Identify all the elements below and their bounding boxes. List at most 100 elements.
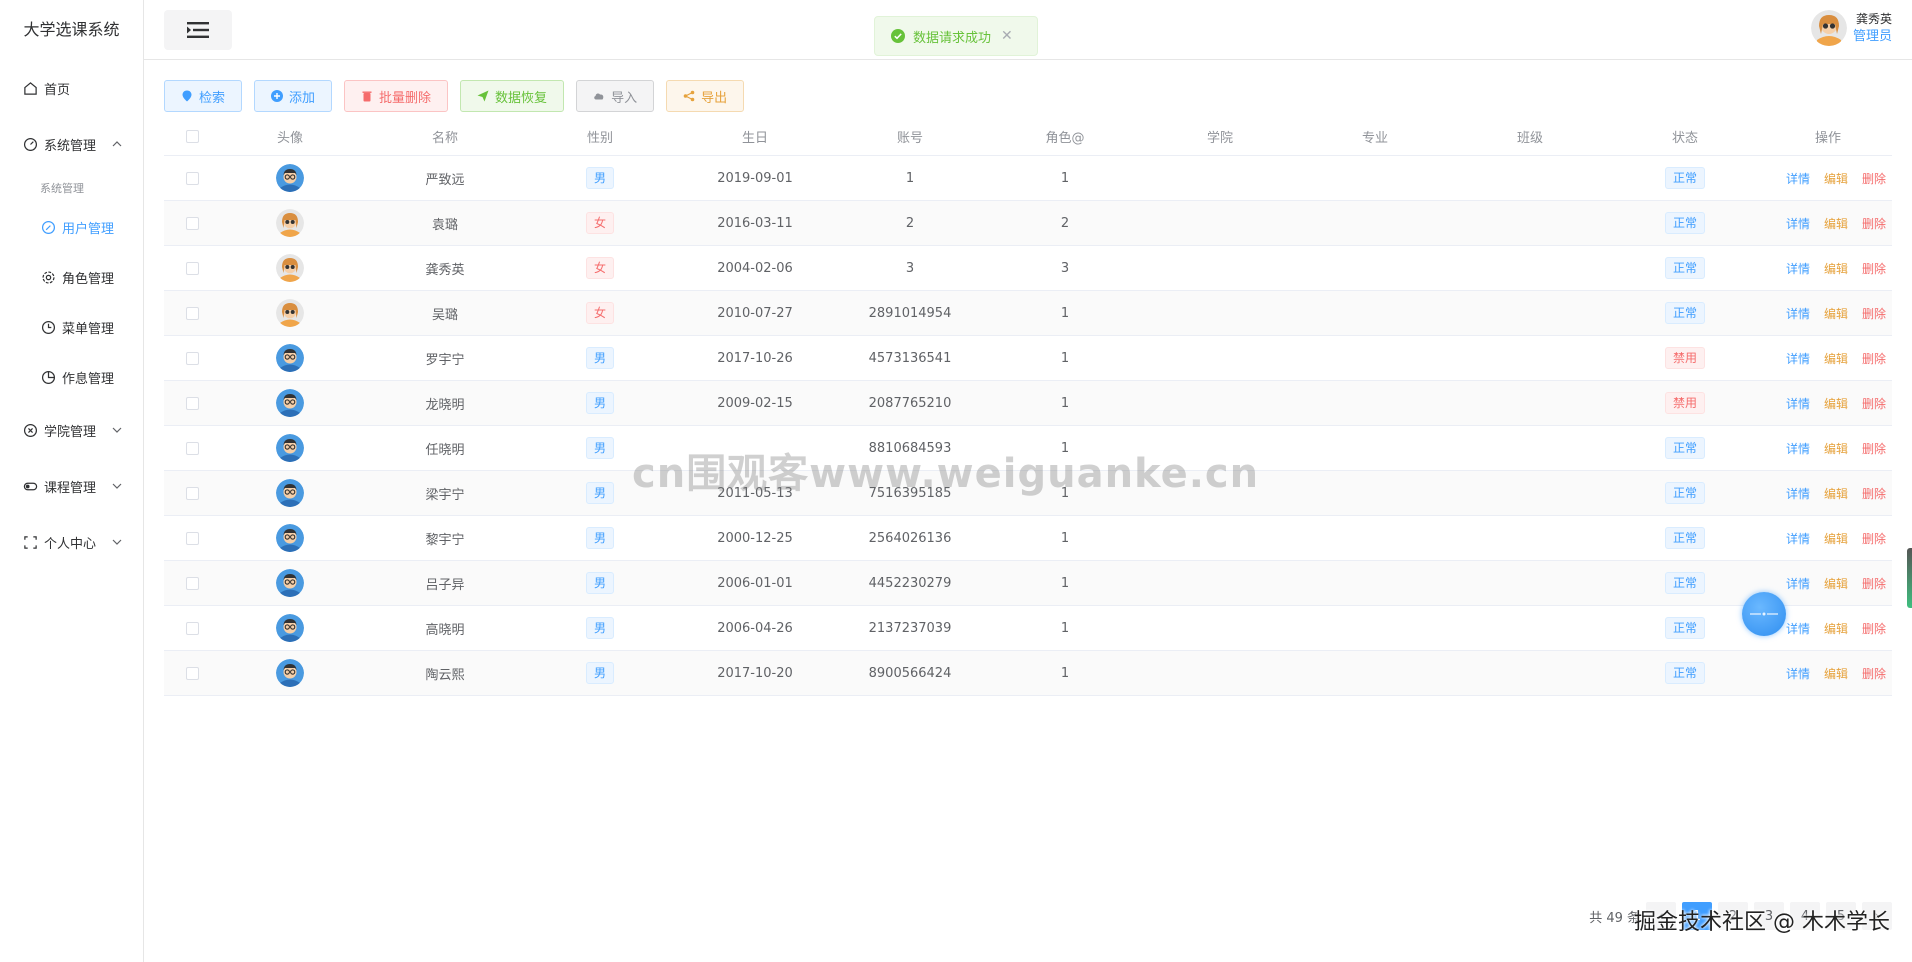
cell-class: [1460, 291, 1600, 335]
detail-link[interactable]: 详情: [1786, 305, 1810, 322]
detail-link[interactable]: 详情: [1786, 170, 1810, 187]
restore-data-button[interactable]: 数据恢复: [460, 80, 565, 112]
export-button[interactable]: 导出: [666, 80, 745, 112]
detail-link[interactable]: 详情: [1786, 395, 1810, 412]
detail-link[interactable]: 详情: [1786, 620, 1810, 637]
select-all-checkbox[interactable]: [185, 130, 199, 143]
delete-link[interactable]: 删除: [1862, 170, 1886, 187]
cell-birthday: 2000-12-25: [717, 530, 793, 546]
detail-link[interactable]: 详情: [1786, 440, 1810, 457]
sidebar-item-system-management[interactable]: 系统管理: [0, 126, 143, 162]
delete-link[interactable]: 删除: [1862, 260, 1886, 277]
chevron-down-icon: [112, 539, 122, 545]
edit-link[interactable]: 编辑: [1824, 575, 1848, 592]
gender-tag: 男: [585, 167, 614, 189]
close-icon[interactable]: ✕: [1001, 28, 1013, 44]
add-button[interactable]: 添加: [254, 80, 333, 112]
delete-link[interactable]: 删除: [1862, 350, 1886, 367]
table-row: 吕子异 男 2006-01-01 4452230279 1 正常 详情 编辑 删除: [164, 561, 1892, 606]
detail-link[interactable]: 详情: [1786, 575, 1810, 592]
delete-link[interactable]: 删除: [1862, 215, 1886, 232]
detail-link[interactable]: 详情: [1786, 485, 1810, 502]
circle-close-icon: [22, 422, 38, 438]
cell-account: 2: [905, 215, 915, 231]
sidebar-item-user-management[interactable]: 用户管理: [0, 209, 143, 245]
cell-name: 任晓明: [425, 442, 465, 458]
avatar: [276, 209, 304, 237]
cell-class: [1460, 156, 1600, 200]
row-checkbox[interactable]: [185, 441, 199, 455]
row-checkbox[interactable]: [185, 486, 199, 500]
cell-birthday: 2006-01-01: [717, 575, 793, 591]
col-header-role: 角色@: [1045, 131, 1085, 146]
edit-link[interactable]: 编辑: [1824, 260, 1848, 277]
import-button[interactable]: 导入: [576, 80, 655, 112]
row-checkbox[interactable]: [185, 576, 199, 590]
cell-class: [1460, 516, 1600, 560]
search-button-label: 检索: [199, 90, 226, 106]
cell-name: 罗宇宁: [425, 352, 465, 368]
cell-name: 梁宇宁: [425, 487, 465, 503]
avatar: [276, 569, 304, 597]
detail-link[interactable]: 详情: [1786, 665, 1810, 682]
row-checkbox[interactable]: [185, 351, 199, 365]
total-count: 共 49 条: [1589, 910, 1640, 926]
cell-account: 2891014954: [868, 305, 952, 321]
row-checkbox[interactable]: [185, 216, 199, 230]
edit-link[interactable]: 编辑: [1824, 350, 1848, 367]
delete-link[interactable]: 删除: [1862, 440, 1886, 457]
row-checkbox[interactable]: [185, 621, 199, 635]
delete-link[interactable]: 删除: [1862, 485, 1886, 502]
floating-assistant-button[interactable]: [1742, 592, 1786, 636]
sidebar-item-menu-management[interactable]: 菜单管理: [0, 309, 143, 345]
edit-link[interactable]: 编辑: [1824, 395, 1848, 412]
collapse-menu-button[interactable]: [164, 10, 232, 50]
delete-link[interactable]: 删除: [1862, 305, 1886, 322]
delete-link[interactable]: 删除: [1862, 575, 1886, 592]
status-badge: 正常: [1664, 482, 1705, 504]
cell-class: [1460, 561, 1600, 605]
edit-link[interactable]: 编辑: [1824, 440, 1848, 457]
search-button[interactable]: 检索: [164, 80, 243, 112]
sidebar-item-personal-center[interactable]: 个人中心: [0, 524, 143, 560]
status-badge: 正常: [1664, 302, 1705, 324]
row-checkbox[interactable]: [185, 666, 199, 680]
sidebar-item-schedule-management[interactable]: 作息管理: [0, 359, 143, 395]
edit-link[interactable]: 编辑: [1824, 215, 1848, 232]
delete-link[interactable]: 删除: [1862, 395, 1886, 412]
edit-link[interactable]: 编辑: [1824, 170, 1848, 187]
edit-link[interactable]: 编辑: [1824, 530, 1848, 547]
row-checkbox[interactable]: [185, 171, 199, 185]
row-checkbox[interactable]: [185, 261, 199, 275]
col-header-avatar: 头像: [276, 131, 303, 146]
batch-delete-button[interactable]: 批量删除: [344, 80, 449, 112]
edit-link[interactable]: 编辑: [1824, 620, 1848, 637]
edit-link[interactable]: 编辑: [1824, 305, 1848, 322]
cell-account: 8900566424: [868, 665, 952, 681]
cell-college: [1150, 201, 1290, 245]
edit-link[interactable]: 编辑: [1824, 485, 1848, 502]
sidebar-item-college-management[interactable]: 学院管理: [0, 412, 143, 448]
detail-link[interactable]: 详情: [1786, 350, 1810, 367]
edit-link[interactable]: 编辑: [1824, 665, 1848, 682]
delete-link[interactable]: 删除: [1862, 530, 1886, 547]
success-icon: [891, 29, 905, 43]
row-checkbox[interactable]: [185, 396, 199, 410]
sidebar-item-home[interactable]: 首页: [0, 70, 143, 106]
sidebar-item-course-management[interactable]: 课程管理: [0, 468, 143, 504]
detail-link[interactable]: 详情: [1786, 215, 1810, 232]
side-scroll-handle[interactable]: [1907, 548, 1912, 608]
delete-link[interactable]: 删除: [1862, 665, 1886, 682]
status-badge: 正常: [1664, 572, 1705, 594]
cell-major: [1290, 651, 1460, 695]
sidebar-item-label: 菜单管理: [62, 321, 115, 337]
detail-link[interactable]: 详情: [1786, 260, 1810, 277]
cell-college: [1150, 246, 1290, 290]
row-checkbox[interactable]: [185, 306, 199, 320]
row-checkbox[interactable]: [185, 531, 199, 545]
detail-link[interactable]: 详情: [1786, 530, 1810, 547]
sidebar-item-role-management[interactable]: 角色管理: [0, 259, 143, 295]
cell-college: [1150, 561, 1290, 605]
user-menu[interactable]: 龚秀英 管理员: [1810, 10, 1892, 46]
delete-link[interactable]: 删除: [1862, 620, 1886, 637]
